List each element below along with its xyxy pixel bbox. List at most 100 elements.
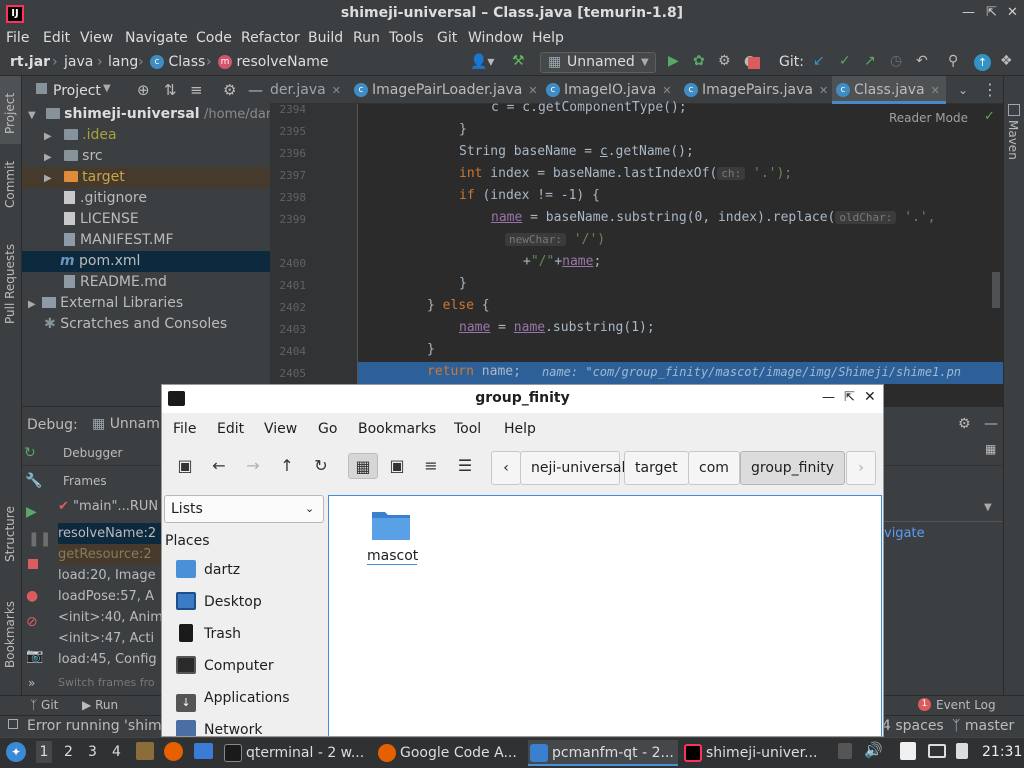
chevron-down-icon[interactable]: ▼ [984, 502, 992, 513]
layout-settings-icon[interactable]: ▦ [985, 442, 996, 456]
tree-item-manifest[interactable]: MANIFEST.MF [22, 230, 270, 251]
drive-icon[interactable] [838, 743, 852, 759]
tree-item-target[interactable]: ▶ target [22, 167, 270, 188]
indent-setting[interactable]: 4 spaces [882, 718, 944, 734]
file-cabinet-icon[interactable] [136, 742, 154, 760]
maximize-icon[interactable]: ⇱ [986, 5, 997, 20]
desktop-switch-1[interactable]: 1 [36, 741, 52, 763]
menu-navigate[interactable]: Navigate [125, 30, 188, 46]
editor-scrollbar[interactable] [992, 272, 1000, 308]
frame-item[interactable]: getResource:2 [58, 544, 168, 565]
run-configuration-select[interactable]: ▦ Unnamed ▼ [540, 52, 656, 73]
tool-project[interactable]: Project [3, 93, 17, 134]
tree-item-idea[interactable]: ▶ .idea [22, 125, 270, 146]
tree-item-external-libraries[interactable]: ▶ External Libraries [22, 293, 270, 314]
breadcrumb-java[interactable]: java [64, 54, 93, 70]
fm-menu-go[interactable]: Go [318, 421, 337, 437]
status-toggle-icon[interactable] [8, 719, 18, 729]
mute-breakpoints-icon[interactable]: ⊘ [26, 614, 38, 630]
tool-maven[interactable]: Maven [1006, 120, 1020, 160]
desktop-switch-2[interactable]: 2 [64, 744, 73, 760]
close-icon[interactable]: ✕ [528, 84, 537, 97]
menu-refactor[interactable]: Refactor [241, 30, 300, 46]
path-segment[interactable]: neji-universal [520, 451, 625, 485]
back-arrow-icon[interactable]: ← [206, 453, 232, 479]
tool-commit[interactable]: Commit [3, 161, 17, 208]
clipboard-icon[interactable] [900, 742, 916, 760]
run-icon[interactable]: ▶ [668, 53, 679, 69]
tool-pull-requests[interactable]: Pull Requests [3, 244, 17, 324]
build-hammer-icon[interactable]: ⚒ [512, 53, 525, 69]
git-history-icon[interactable]: ◷ [890, 53, 902, 69]
fm-menu-tool[interactable]: Tool [454, 421, 481, 437]
expand-all-icon[interactable]: ⇅ [164, 81, 177, 99]
menu-edit[interactable]: Edit [43, 30, 70, 46]
place-applications[interactable]: ↓ Applications [176, 687, 290, 712]
battery-icon[interactable] [956, 743, 968, 759]
folder-item-mascot-icon[interactable] [371, 506, 411, 542]
tree-item-gitignore[interactable]: .gitignore [22, 188, 270, 209]
breadcrumb-method[interactable]: m resolveName [218, 54, 328, 70]
git-commit-icon[interactable]: ✓ [839, 53, 851, 69]
menu-code[interactable]: Code [196, 30, 232, 46]
locate-icon[interactable]: ⊕ [137, 81, 150, 99]
breadcrumb-rt-jar[interactable]: rt.jar [10, 54, 50, 70]
task-google-code[interactable]: Google Code A... [376, 740, 524, 766]
tab-class-java[interactable]: c Class.java ✕ [832, 76, 946, 104]
path-segment[interactable]: target [624, 451, 689, 485]
maximize-icon[interactable]: ⇱ [844, 390, 855, 405]
hide-icon[interactable]: — [984, 416, 998, 432]
compact-view-icon[interactable]: ≡ [418, 453, 444, 479]
menu-view[interactable]: View [80, 30, 113, 46]
up-arrow-icon[interactable]: ↑ [274, 453, 300, 479]
resume-icon[interactable]: ▶ [26, 504, 37, 520]
menu-help[interactable]: Help [532, 30, 564, 46]
user-icon[interactable]: 👤▾ [470, 54, 494, 70]
tab-der-java[interactable]: der.java ✕ [270, 76, 350, 104]
project-panel-title[interactable]: Project [53, 83, 101, 99]
camera-icon[interactable]: 📷 [26, 648, 43, 664]
place-trash[interactable]: Trash [176, 623, 241, 645]
stop-icon[interactable] [748, 57, 760, 69]
tool-run[interactable]: ▶ Run [82, 698, 118, 712]
tabs-dropdown-icon[interactable]: ⌄ [958, 76, 968, 104]
tree-item-scratches[interactable]: ✱ Scratches and Consoles [22, 314, 270, 335]
menu-run[interactable]: Run [353, 30, 380, 46]
fm-menu-file[interactable]: File [173, 421, 196, 437]
start-menu-icon[interactable]: ✦ [6, 742, 26, 762]
folder-item-mascot-label[interactable]: mascot [367, 548, 418, 565]
place-desktop[interactable]: Desktop [176, 591, 262, 613]
tree-item-readme[interactable]: README.md [22, 272, 270, 293]
tool-git[interactable]: ᛉ Git [30, 698, 58, 712]
tab-debugger[interactable]: Debugger [63, 446, 122, 460]
pause-icon[interactable]: ❚❚ [28, 531, 51, 547]
ide-logo-icon[interactable]: ❖ [1000, 53, 1013, 69]
tool-bookmarks[interactable]: Bookmarks [3, 601, 17, 668]
new-tab-icon[interactable]: ▣ [172, 453, 198, 479]
folder-view[interactable]: mascot [328, 495, 882, 736]
desktop-switch-3[interactable]: 3 [88, 744, 97, 760]
gear-icon[interactable]: ⚙ [223, 81, 236, 99]
tree-item-license[interactable]: LICENSE [22, 209, 270, 230]
breadcrumb-lang[interactable]: lang [108, 54, 138, 70]
desktop-switch-4[interactable]: 4 [112, 744, 121, 760]
fm-menu-bookmarks[interactable]: Bookmarks [358, 421, 436, 437]
frame-item[interactable]: loadPose:57, A [58, 586, 168, 607]
menu-build[interactable]: Build [308, 30, 343, 46]
settings-wrench-icon[interactable]: 🔧 [25, 473, 42, 489]
collapse-all-icon[interactable]: ≡ [190, 81, 203, 99]
update-arrow-icon[interactable]: ↑ [974, 54, 991, 71]
close-icon[interactable]: ✕ [1007, 5, 1018, 20]
path-segment-current[interactable]: group_finity [740, 451, 846, 485]
tree-item-src[interactable]: ▶ src [22, 146, 270, 167]
close-icon[interactable]: ✕ [332, 84, 341, 97]
git-push-icon[interactable]: ↗ [864, 53, 876, 69]
rerun-icon[interactable]: ↻ [24, 445, 36, 461]
firefox-icon[interactable] [164, 742, 183, 761]
menu-git[interactable]: Git [437, 30, 457, 46]
more-icon[interactable]: » [28, 676, 35, 690]
volume-icon[interactable]: 🔊 [864, 741, 883, 759]
menu-tools[interactable]: Tools [389, 30, 424, 46]
place-home[interactable]: dartz [176, 559, 240, 581]
chevron-down-icon[interactable]: ▼ [103, 83, 111, 94]
